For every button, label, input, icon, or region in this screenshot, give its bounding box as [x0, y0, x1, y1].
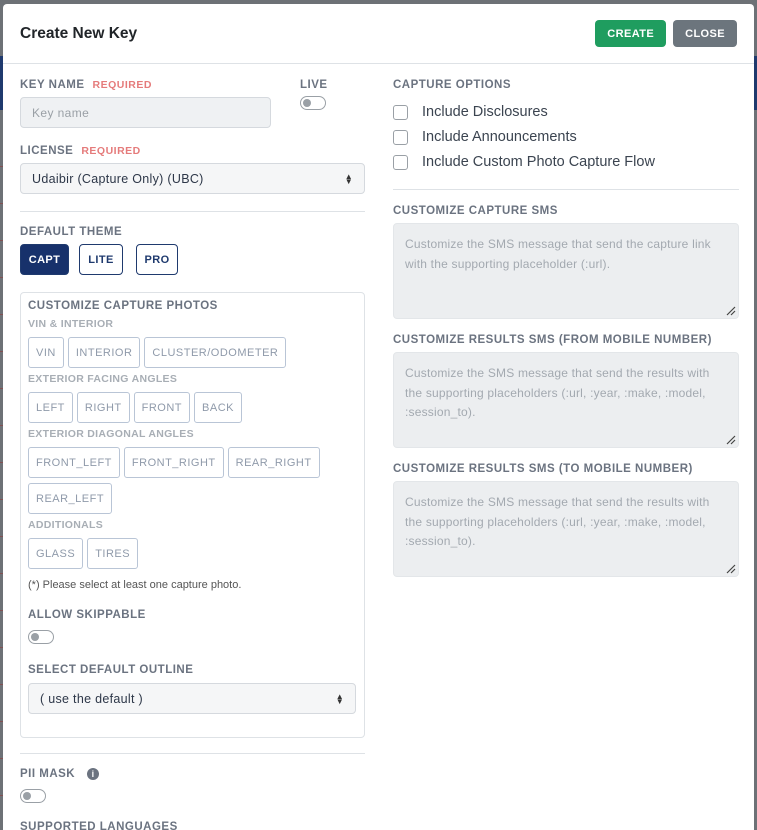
pii-mask-label: PII MASK	[20, 768, 76, 781]
results-sms-from-label: CUSTOMIZE RESULTS SMS (FROM MOBILE NUMBE…	[393, 334, 712, 346]
close-button[interactable]: CLOSE	[673, 20, 737, 47]
photo-chip-front[interactable]: FRONT	[133, 392, 191, 423]
capture-photo-note: (*) Please select at least one capture p…	[28, 579, 242, 591]
option-include-announcements[interactable]: Include Announcements	[393, 129, 739, 145]
default-outline-selected: ( use the default )	[40, 691, 143, 706]
capture-options-list: Include Disclosures Include Announcement…	[393, 104, 739, 179]
photo-chip-cluster-odometer[interactable]: CLUSTER/ODOMETER	[144, 337, 287, 368]
license-selected: Udaibir (Capture Only) (UBC)	[32, 171, 204, 186]
divider	[20, 753, 365, 754]
checkbox[interactable]	[393, 129, 408, 145]
option-include-disclosures[interactable]: Include Disclosures	[393, 104, 739, 120]
required-badge: REQUIRED	[81, 145, 141, 157]
license-group: LICENSE REQUIRED Udaibir (Capture Only) (…	[20, 145, 365, 194]
group-label-vin-interior: VIN & INTERIOR	[28, 318, 114, 330]
divider	[20, 211, 365, 212]
group-label-exterior-diagonal: EXTERIOR DIAGONAL ANGLES	[28, 428, 194, 440]
results-sms-from-textarea[interactable]: Customize the SMS message that send the …	[393, 352, 739, 448]
key-name-label: KEY NAME	[20, 79, 85, 91]
supported-languages-label: SUPPORTED LANGUAGES	[20, 821, 178, 830]
license-select[interactable]: Udaibir (Capture Only) (UBC) ▲ ▼	[20, 163, 365, 194]
capture-photos-panel: CUSTOMIZE CAPTURE PHOTOS VIN & INTERIOR …	[20, 292, 365, 738]
pii-mask-toggle[interactable]	[20, 789, 46, 804]
photo-chip-back[interactable]: BACK	[194, 392, 242, 423]
live-toggle[interactable]	[300, 96, 326, 110]
capture-options-label: CAPTURE OPTIONS	[393, 79, 512, 91]
photo-chip-right[interactable]: RIGHT	[76, 392, 130, 423]
photo-chip-front-left[interactable]: FRONT_LEFT	[28, 447, 120, 478]
checkbox[interactable]	[393, 154, 408, 170]
photo-chip-rear-left[interactable]: REAR_LEFT	[28, 483, 113, 514]
theme-lite-button[interactable]: LITE	[79, 244, 123, 275]
default-outline-label: SELECT DEFAULT OUTLINE	[28, 664, 194, 676]
photo-chip-front-right[interactable]: FRONT_RIGHT	[123, 447, 224, 478]
select-caret-icon: ▲ ▼	[335, 691, 344, 706]
allow-skippable-toggle[interactable]	[28, 630, 54, 644]
required-badge: REQUIRED	[92, 79, 152, 91]
live-group: LIVE	[300, 79, 328, 110]
group-label-exterior-facing: EXTERIOR FACING ANGLES	[28, 373, 178, 385]
resize-grip-icon[interactable]	[726, 564, 736, 574]
license-label: LICENSE	[20, 145, 74, 157]
results-sms-from-group: CUSTOMIZE RESULTS SMS (FROM MOBILE NUMBE…	[393, 334, 739, 448]
create-key-modal: Create New Key CREATE CLOSE KEY NAME REQU…	[3, 4, 754, 830]
photo-chip-left[interactable]: LEFT	[28, 392, 73, 423]
capture-sms-textarea[interactable]: Customize the SMS message that send the …	[393, 223, 739, 319]
photo-chip-interior[interactable]: INTERIOR	[67, 337, 141, 368]
resize-grip-icon[interactable]	[726, 306, 736, 316]
live-label: LIVE	[300, 79, 328, 91]
group-label-additionals: ADDITIONALS	[28, 519, 104, 531]
option-include-custom-photo-flow[interactable]: Include Custom Photo Capture Flow	[393, 154, 739, 170]
default-outline-select[interactable]: ( use the default ) ▲ ▼	[28, 683, 356, 714]
theme-label: DEFAULT THEME	[20, 226, 123, 238]
checkbox[interactable]	[393, 104, 408, 120]
theme-group: DEFAULT THEME CAPT LITE PRO	[20, 226, 188, 275]
key-name-input[interactable]: Key name	[20, 97, 271, 128]
pii-mask-group: PII MASK i	[20, 768, 100, 804]
divider	[393, 189, 739, 190]
results-sms-to-textarea[interactable]: Customize the SMS message that send the …	[393, 481, 739, 577]
allow-skippable-label: ALLOW SKIPPABLE	[28, 609, 146, 621]
theme-pro-button[interactable]: PRO	[136, 244, 178, 275]
photo-chip-tires[interactable]: TIRES	[87, 538, 139, 569]
modal-header: Create New Key CREATE CLOSE	[3, 4, 754, 64]
capture-sms-label: CUSTOMIZE CAPTURE SMS	[393, 205, 558, 217]
key-name-group: KEY NAME REQUIRED Key name	[20, 79, 271, 128]
modal-title: Create New Key	[20, 24, 138, 42]
capture-sms-group: CUSTOMIZE CAPTURE SMS Customize the SMS …	[393, 205, 739, 319]
photo-chip-rear-right[interactable]: REAR_RIGHT	[227, 447, 320, 478]
photo-chip-glass[interactable]: GLASS	[28, 538, 84, 569]
results-sms-to-group: CUSTOMIZE RESULTS SMS (TO MOBILE NUMBER)…	[393, 463, 739, 577]
results-sms-to-label: CUSTOMIZE RESULTS SMS (TO MOBILE NUMBER)	[393, 463, 693, 475]
create-button[interactable]: CREATE	[595, 20, 667, 47]
capture-photos-title: CUSTOMIZE CAPTURE PHOTOS	[28, 300, 218, 312]
info-icon[interactable]: i	[87, 768, 100, 780]
theme-capt-button[interactable]: CAPT	[20, 244, 69, 275]
resize-grip-icon[interactable]	[726, 435, 736, 445]
photo-chip-vin[interactable]: VIN	[28, 337, 64, 368]
select-caret-icon: ▲ ▼	[344, 171, 353, 186]
